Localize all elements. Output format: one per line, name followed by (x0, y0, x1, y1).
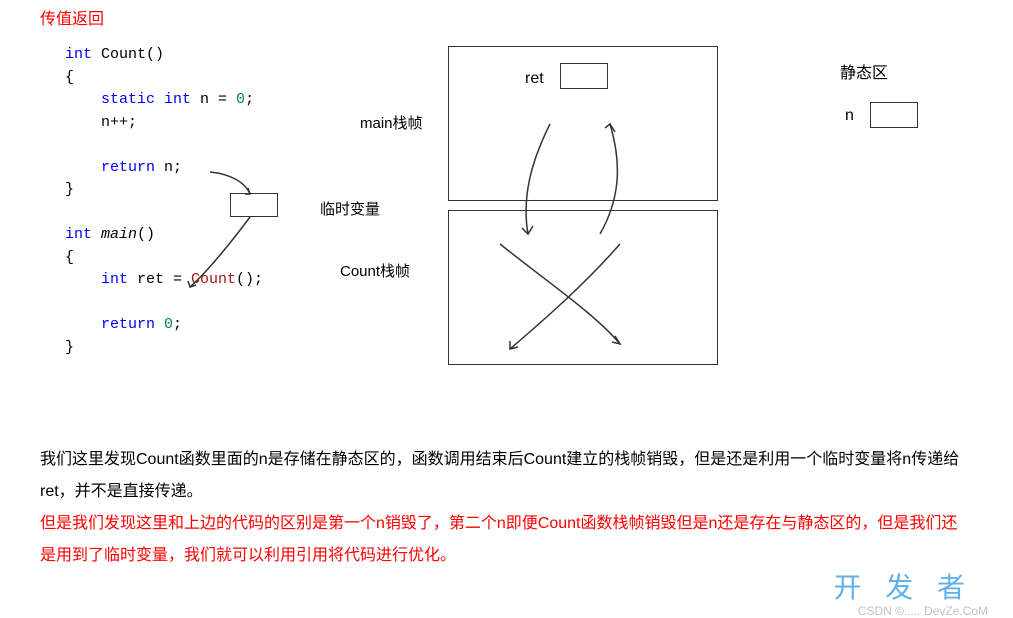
ret-box (560, 63, 608, 89)
watermark-brand: 开 发 者 (833, 566, 973, 606)
paragraph-2-red: 但是我们发现这里和上边的代码的区别是第一个n销毁了，第二个n即便Count函数栈… (40, 508, 973, 572)
temp-var-box (230, 193, 278, 217)
temp-var-label: 临时变量 (320, 198, 380, 219)
paragraph-1: 我们这里发现Count函数里面的n是存储在静态区的，函数调用结束后Count建立… (40, 444, 973, 508)
static-area-label: 静态区 (840, 59, 888, 83)
ret-label: ret (525, 70, 544, 88)
n-label: n (845, 107, 854, 125)
section-title: 传值返回 (40, 5, 973, 29)
count-frame-label: Count栈帧 (340, 260, 410, 281)
count-stack-frame (448, 210, 718, 365)
n-box (870, 102, 918, 128)
main-frame-label: main栈帧 (360, 112, 423, 133)
diagram-area: int Count() { static int n = 0; n++; ret… (40, 44, 973, 424)
